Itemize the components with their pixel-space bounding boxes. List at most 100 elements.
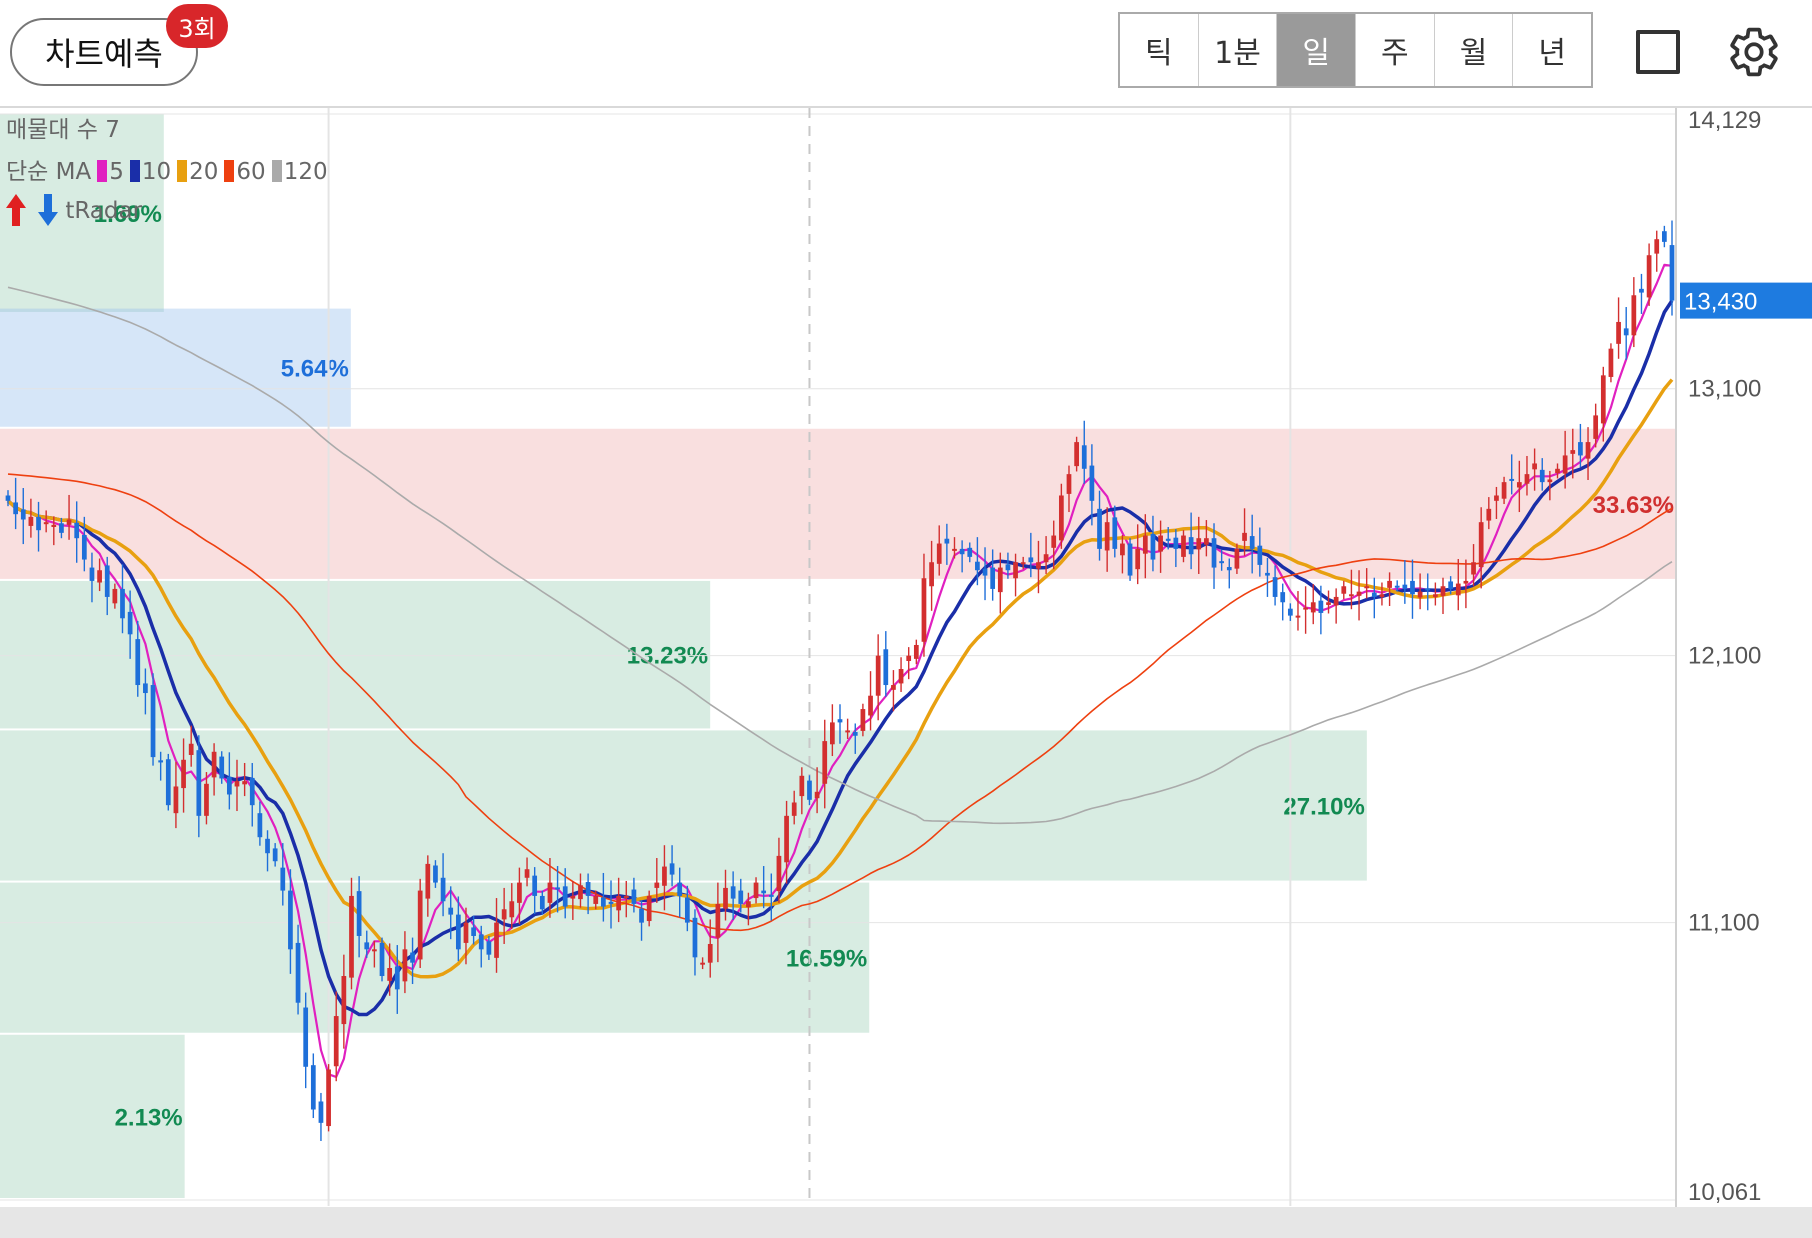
candle-body [753,882,759,899]
candle-body [196,750,202,816]
ma-period-120: 120 [283,159,328,185]
candle-body [1181,535,1186,557]
candle-body [51,524,57,527]
candle-body [1089,465,1095,501]
candle-body [517,882,522,903]
period-week-tab[interactable]: 주 [1356,14,1435,86]
candle-body [501,909,507,920]
y-tick-label: 14,129 [1688,108,1761,134]
candle-body [1204,538,1209,545]
candle-body [768,894,774,897]
candle-body [74,522,80,539]
candle-body [410,952,415,963]
candle-body [715,903,721,938]
candle-body [1394,585,1400,588]
candle-body [1402,584,1408,589]
period-day-tab[interactable]: 일 [1277,14,1357,86]
candle-body [868,695,873,716]
candle-body [1410,580,1415,595]
ma-legend-label: 단순 MA [6,159,92,185]
candle-body [158,760,164,763]
candle-body [249,777,255,806]
y-tick-label: 10,061 [1688,1179,1761,1206]
volume-profile-percent: 27.10% [1283,793,1364,820]
candle-body [646,895,652,922]
candle-body [1326,602,1331,605]
candle-body [402,949,408,982]
ma-swatch-5 [97,160,108,182]
candle-body [1455,583,1461,596]
candle-body [562,886,568,907]
candle-body [326,1069,331,1127]
candle-body [875,655,881,696]
candle-body [723,887,728,909]
candle-body [707,943,713,963]
candle-body [1036,562,1041,569]
candle-body [1043,554,1049,563]
candle-body [188,743,194,755]
y-tick-label: 13,100 [1688,376,1761,403]
candle-body [975,561,980,571]
candle-body [1226,567,1232,571]
candle-body [226,776,232,795]
candle-body [860,709,866,731]
candle-body [761,890,767,894]
candle-body [1501,482,1507,499]
candle-body [738,890,744,904]
candle-body [1341,586,1347,594]
candle-body [1669,245,1675,301]
candle-body [1142,535,1148,554]
candle-body [791,802,797,816]
candle-body [990,567,996,589]
candle-body [59,523,64,533]
candle-body [1440,586,1446,596]
volume-profile-percent: 2.13% [115,1104,183,1131]
period-year-tab[interactable]: 년 [1513,14,1591,86]
candle-body [425,863,431,899]
tradar-arrows [6,194,58,226]
candle-body [181,759,186,789]
candle-body [433,865,438,883]
candle-body [1516,482,1522,488]
candle-body [20,509,26,520]
candle-body [608,901,614,904]
candle-body [1310,602,1316,613]
x-axis-bar [0,1207,1812,1238]
candle-body [1265,572,1270,576]
period-tick-tab[interactable]: 틱 [1120,14,1199,86]
candle-body [120,588,125,619]
candle-body [219,756,225,779]
candle-body [265,838,270,854]
candle-body [982,568,988,576]
candle-body [257,813,263,838]
tradar-legend[interactable]: tRadar [6,192,142,228]
ma-swatch-120 [271,160,282,182]
candle-body [1303,607,1308,610]
candle-body [1463,580,1469,584]
candle-body [1471,562,1476,575]
gear-icon[interactable] [1726,24,1782,80]
candle-body [593,895,599,904]
candle-body [1051,535,1057,548]
candle-body [1287,608,1293,616]
period-1min-tab[interactable]: 1분 [1199,14,1278,86]
candle-body [799,775,805,797]
candle-body [1631,295,1637,336]
period-month-tab[interactable]: 월 [1435,14,1514,86]
candle-body [1555,468,1560,474]
square-icon[interactable] [1636,30,1680,74]
candle-body [784,815,789,863]
candle-body [1196,538,1202,550]
candle-body [570,895,576,899]
price-chart[interactable]: 1.69%5.64%33.63%13.23%27.10%16.59%2.13%1… [0,108,1812,1238]
candle-body [1188,537,1194,555]
candle-body [776,855,782,892]
candle-body [379,942,385,977]
candle-body [1371,592,1377,597]
candle-body [1074,442,1079,467]
candle-body [1333,596,1339,606]
candle-body [616,895,622,911]
candle-body [333,1016,339,1067]
candle-body [1120,543,1125,556]
candle-body [936,543,942,564]
